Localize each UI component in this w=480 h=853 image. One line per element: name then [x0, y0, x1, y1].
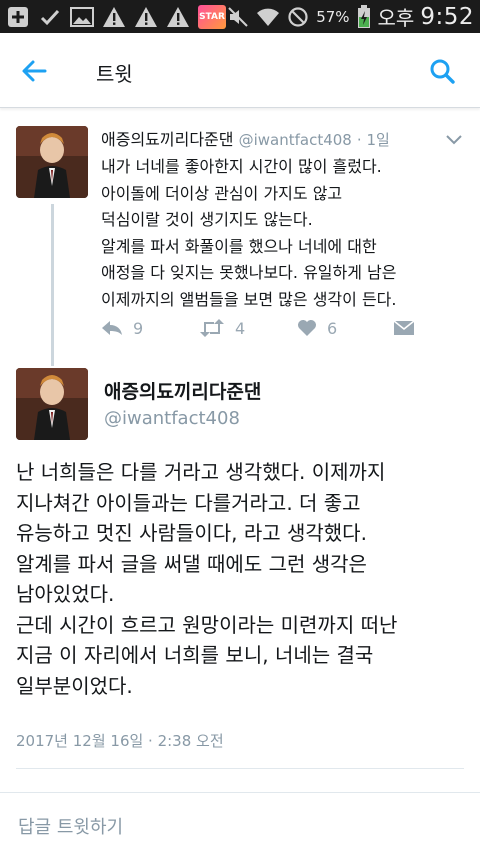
- tweet-line: 일부분이었다.: [16, 673, 133, 698]
- back-button[interactable]: [16, 55, 52, 87]
- tweet-line: 아이돌에 더이상 관심이 가지도 않고: [101, 183, 343, 203]
- warning-icon: [134, 5, 158, 29]
- author-handle[interactable]: @iwantfact408: [104, 408, 240, 429]
- parent-tweet-header: 애증의됴끼리다준댄 @iwantfact408 · 1일: [101, 126, 390, 150]
- tweet-line: 알계를 파서 글을 써댈 때에도 그런 생각은: [16, 551, 367, 576]
- reply-count: 9: [133, 318, 144, 338]
- author-name[interactable]: 애증의됴끼리다준댄: [101, 130, 233, 149]
- tweet-line: 지금 이 자리에서 너희를 보니, 너네는 결국: [16, 643, 374, 667]
- mute-icon: [226, 5, 250, 29]
- tweet-line: 유능하고 멋진 사람들이다, 라고 생각했다.: [16, 521, 367, 545]
- tweet-text: 내가 너네를 좋아한지 시간이 많이 흘렀다. 아이돌에 더이상 관심이 가지도…: [101, 154, 471, 313]
- app-header: 트윗: [0, 33, 480, 108]
- main-tweet-header: 애증의됴끼리다준댄 @iwantfact408: [0, 366, 480, 446]
- clock-ampm: 오후: [377, 6, 415, 30]
- tweet-age: · 1일: [356, 131, 390, 149]
- image-icon: [70, 5, 94, 29]
- star-app-icon: STAR: [198, 4, 226, 29]
- retweet-count: 4: [235, 318, 246, 338]
- tweet-line: 내가 너네를 좋아한지 시간이 많이 흘렀다.: [101, 157, 382, 176]
- direct-message-button[interactable]: [393, 320, 415, 336]
- reply-placeholder: 답글 트윗하기: [18, 817, 124, 838]
- tweet-line: 애정을 다 잊지는 못했나보다. 유일하게 남은: [101, 263, 397, 282]
- tweet-line: 난 너희들은 다를 거라고 생각했다. 이제까지: [16, 460, 386, 484]
- parent-tweet[interactable]: 애증의됴끼리다준댄 @iwantfact408 · 1일 내가 너네를 좋아한지…: [0, 110, 480, 350]
- check-icon: [38, 5, 62, 29]
- plus-box-icon: [6, 5, 30, 29]
- page-title: 트윗: [96, 62, 133, 86]
- reply-icon: [102, 321, 122, 335]
- thread-connector: [51, 204, 54, 366]
- tweet-actions: 9 4 6: [101, 316, 431, 340]
- heart-icon: [298, 320, 316, 336]
- tweet-text: 난 너희들은 다를 거라고 생각했다. 이제까지 지나쳐간 아이들과는 다를거라…: [16, 457, 474, 701]
- retweet-icon: [200, 319, 224, 337]
- avatar-photo: [16, 126, 88, 198]
- like-button[interactable]: 6: [297, 319, 337, 338]
- tweet-line: 덕심이랄 것이 생기지도 않는다.: [101, 210, 313, 229]
- author-name[interactable]: 애증의됴끼리다준댄: [104, 377, 261, 404]
- wifi-icon: [256, 5, 280, 29]
- arrow-left-icon: [22, 60, 47, 82]
- warning-icon: [166, 5, 190, 29]
- retweet-button[interactable]: 4: [199, 319, 245, 338]
- reply-button[interactable]: 9: [101, 319, 143, 338]
- battery-percent: 57%: [316, 7, 350, 26]
- warning-icon: [102, 5, 126, 29]
- tweet-timestamp: 2017년 12월 16일 · 2:38 오전: [16, 732, 224, 750]
- avatar[interactable]: [16, 368, 88, 440]
- envelope-icon: [393, 320, 415, 335]
- star-app-label: STAR: [199, 11, 225, 22]
- reply-input[interactable]: 답글 트윗하기: [0, 793, 480, 853]
- clock-time: 9:52: [420, 3, 474, 30]
- like-count: 6: [327, 318, 338, 338]
- divider: [16, 768, 464, 769]
- avatar-photo: [16, 368, 88, 440]
- chevron-down-icon: [446, 135, 462, 145]
- tweet-line: 남아있었다.: [16, 582, 115, 606]
- author-handle[interactable]: @iwantfact408: [239, 131, 352, 149]
- status-bar: STAR 57% 오후 9:52: [0, 0, 480, 33]
- tweet-line: 지나쳐간 아이들과는 다를거라고. 더 좋고: [16, 490, 361, 515]
- system-icons: 57% 오후 9:52: [226, 3, 474, 30]
- notification-icons: STAR: [6, 4, 226, 29]
- tweet-line: 알계를 파서 화풀이를 했으나 너네에 대한: [101, 236, 377, 256]
- tweet-line: 근데 시간이 흐르고 원망이라는 미련까지 떠난: [16, 612, 398, 637]
- search-icon: [430, 59, 455, 84]
- no-signal-icon: [286, 5, 310, 29]
- avatar[interactable]: [16, 126, 88, 198]
- tweet-line: 이제까지의 앨범들을 보면 많은 생각이 든다.: [101, 289, 397, 309]
- battery-charging-icon: [356, 4, 372, 29]
- search-button[interactable]: [424, 53, 460, 89]
- tweet-menu-button[interactable]: [442, 130, 466, 150]
